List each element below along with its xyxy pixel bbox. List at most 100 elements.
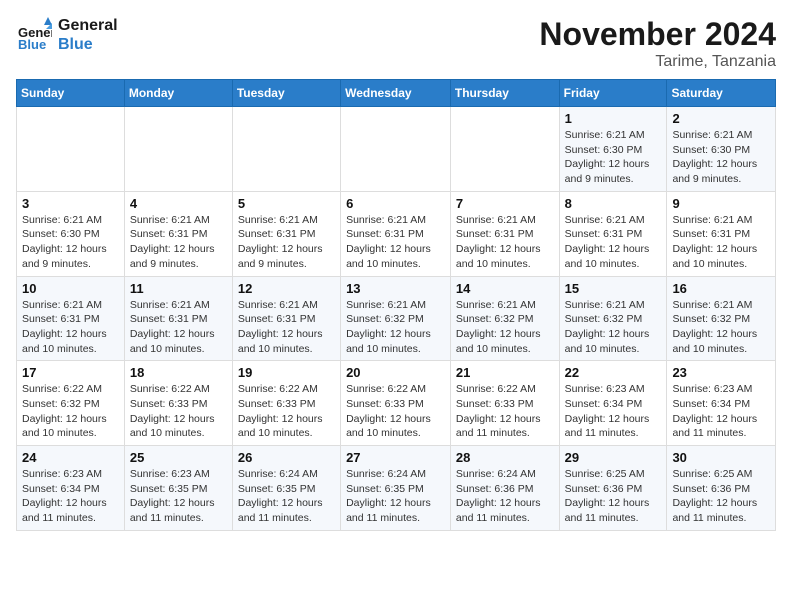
calendar-day: 18Sunrise: 6:22 AM Sunset: 6:33 PM Dayli… xyxy=(124,361,232,446)
day-detail: Sunrise: 6:21 AM Sunset: 6:31 PM Dayligh… xyxy=(130,213,227,272)
calendar-day: 11 Sunrise: 6:21 AM Sunset: 6:31 PM Dayli… xyxy=(124,276,232,361)
day-detail: Sunrise: 6:24 AM Sunset: 6:35 PM Dayligh… xyxy=(346,467,445,526)
calendar-day: 3Sunrise: 6:21 AM Sunset: 6:30 PM Daylig… xyxy=(17,191,125,276)
calendar-day: 28 Sunrise: 6:24 AM Sunset: 6:36 PM Dayli… xyxy=(450,446,559,531)
day-detail: Sunrise: 6:21 AM Sunset: 6:31 PM Dayligh… xyxy=(130,298,227,357)
day-detail: Sunrise: 6:25 AM Sunset: 6:36 PM Dayligh… xyxy=(672,467,770,526)
day-number: 3 xyxy=(22,196,119,211)
calendar-day: 9 Sunrise: 6:21 AM Sunset: 6:31 PM Daylig… xyxy=(667,191,776,276)
day-detail: Sunrise: 6:22 AM Sunset: 6:32 PM Dayligh… xyxy=(22,382,119,441)
day-detail: Sunrise: 6:24 AM Sunset: 6:35 PM Dayligh… xyxy=(238,467,335,526)
calendar-week-1: 1 Sunrise: 6:21 AM Sunset: 6:30 PM Daylig… xyxy=(17,107,776,192)
calendar-day: 5Sunrise: 6:21 AM Sunset: 6:31 PM Daylig… xyxy=(232,191,340,276)
day-detail: Sunrise: 6:21 AM Sunset: 6:30 PM Dayligh… xyxy=(672,128,770,187)
day-number: 17 xyxy=(22,365,119,380)
day-number: 18 xyxy=(130,365,227,380)
calendar-day: 2 Sunrise: 6:21 AM Sunset: 6:30 PM Daylig… xyxy=(667,107,776,192)
day-number: 24 xyxy=(22,450,119,465)
day-number: 21 xyxy=(456,365,554,380)
day-number: 20 xyxy=(346,365,445,380)
day-detail: Sunrise: 6:21 AM Sunset: 6:31 PM Dayligh… xyxy=(346,213,445,272)
day-detail: Sunrise: 6:21 AM Sunset: 6:31 PM Dayligh… xyxy=(672,213,770,272)
day-number: 15 xyxy=(565,281,662,296)
calendar-day: 27 Sunrise: 6:24 AM Sunset: 6:35 PM Dayli… xyxy=(341,446,451,531)
header-wednesday: Wednesday xyxy=(341,80,451,107)
day-detail: Sunrise: 6:21 AM Sunset: 6:31 PM Dayligh… xyxy=(238,298,335,357)
calendar-day: 23Sunrise: 6:23 AM Sunset: 6:34 PM Dayli… xyxy=(667,361,776,446)
day-number: 16 xyxy=(672,281,770,296)
calendar-day xyxy=(124,107,232,192)
calendar-day xyxy=(341,107,451,192)
location: Tarime, Tanzania xyxy=(539,53,776,71)
day-detail: Sunrise: 6:21 AM Sunset: 6:32 PM Dayligh… xyxy=(565,298,662,357)
calendar-day: 21 Sunrise: 6:22 AM Sunset: 6:33 PM Dayli… xyxy=(450,361,559,446)
day-detail: Sunrise: 6:21 AM Sunset: 6:32 PM Dayligh… xyxy=(456,298,554,357)
header-monday: Monday xyxy=(124,80,232,107)
day-number: 23 xyxy=(672,365,770,380)
day-number: 5 xyxy=(238,196,335,211)
day-detail: Sunrise: 6:22 AM Sunset: 6:33 PM Dayligh… xyxy=(456,382,554,441)
page-header: General Blue General Blue November 2024 … xyxy=(16,16,776,71)
header-friday: Friday xyxy=(559,80,667,107)
calendar-day: 14 Sunrise: 6:21 AM Sunset: 6:32 PM Dayli… xyxy=(450,276,559,361)
day-number: 8 xyxy=(565,196,662,211)
day-number: 26 xyxy=(238,450,335,465)
logo-blue: Blue xyxy=(58,35,118,54)
calendar-week-3: 10 Sunrise: 6:21 AM Sunset: 6:31 PM Dayli… xyxy=(17,276,776,361)
calendar-day: 1 Sunrise: 6:21 AM Sunset: 6:30 PM Daylig… xyxy=(559,107,667,192)
day-detail: Sunrise: 6:21 AM Sunset: 6:32 PM Dayligh… xyxy=(672,298,770,357)
weekday-header-row: Sunday Monday Tuesday Wednesday Thursday… xyxy=(17,80,776,107)
calendar-day: 16 Sunrise: 6:21 AM Sunset: 6:32 PM Dayli… xyxy=(667,276,776,361)
header-tuesday: Tuesday xyxy=(232,80,340,107)
day-number: 9 xyxy=(672,196,770,211)
day-detail: Sunrise: 6:23 AM Sunset: 6:34 PM Dayligh… xyxy=(565,382,662,441)
calendar-day: 30 Sunrise: 6:25 AM Sunset: 6:36 PM Dayli… xyxy=(667,446,776,531)
calendar-day: 24 Sunrise: 6:23 AM Sunset: 6:34 PM Dayli… xyxy=(17,446,125,531)
day-number: 30 xyxy=(672,450,770,465)
day-number: 2 xyxy=(672,111,770,126)
calendar-day: 25 Sunrise: 6:23 AM Sunset: 6:35 PM Dayli… xyxy=(124,446,232,531)
day-detail: Sunrise: 6:23 AM Sunset: 6:35 PM Dayligh… xyxy=(130,467,227,526)
calendar-day: 4 Sunrise: 6:21 AM Sunset: 6:31 PM Daylig… xyxy=(124,191,232,276)
day-number: 13 xyxy=(346,281,445,296)
calendar-day: 13 Sunrise: 6:21 AM Sunset: 6:32 PM Dayli… xyxy=(341,276,451,361)
day-number: 27 xyxy=(346,450,445,465)
day-detail: Sunrise: 6:24 AM Sunset: 6:36 PM Dayligh… xyxy=(456,467,554,526)
logo-general: General xyxy=(58,16,118,35)
calendar-day xyxy=(450,107,559,192)
day-number: 11 xyxy=(130,281,227,296)
day-number: 6 xyxy=(346,196,445,211)
calendar-day: 17 Sunrise: 6:22 AM Sunset: 6:32 PM Dayli… xyxy=(17,361,125,446)
day-detail: Sunrise: 6:21 AM Sunset: 6:31 PM Dayligh… xyxy=(22,298,119,357)
logo-icon: General Blue xyxy=(16,17,52,53)
day-number: 10 xyxy=(22,281,119,296)
day-number: 22 xyxy=(565,365,662,380)
day-detail: Sunrise: 6:21 AM Sunset: 6:31 PM Dayligh… xyxy=(456,213,554,272)
day-detail: Sunrise: 6:21 AM Sunset: 6:30 PM Dayligh… xyxy=(565,128,662,187)
day-number: 25 xyxy=(130,450,227,465)
calendar-day: 12 Sunrise: 6:21 AM Sunset: 6:31 PM Dayli… xyxy=(232,276,340,361)
day-detail: Sunrise: 6:21 AM Sunset: 6:32 PM Dayligh… xyxy=(346,298,445,357)
day-detail: Sunrise: 6:25 AM Sunset: 6:36 PM Dayligh… xyxy=(565,467,662,526)
day-detail: Sunrise: 6:21 AM Sunset: 6:31 PM Dayligh… xyxy=(565,213,662,272)
day-number: 29 xyxy=(565,450,662,465)
header-sunday: Sunday xyxy=(17,80,125,107)
day-number: 28 xyxy=(456,450,554,465)
title-block: November 2024 Tarime, Tanzania xyxy=(539,16,776,71)
calendar-day xyxy=(232,107,340,192)
calendar-day: 15 Sunrise: 6:21 AM Sunset: 6:32 PM Dayli… xyxy=(559,276,667,361)
day-number: 1 xyxy=(565,111,662,126)
svg-text:Blue: Blue xyxy=(18,37,46,52)
logo: General Blue General Blue xyxy=(16,16,118,54)
day-number: 12 xyxy=(238,281,335,296)
calendar-day: 7 Sunrise: 6:21 AM Sunset: 6:31 PM Daylig… xyxy=(450,191,559,276)
calendar-day xyxy=(17,107,125,192)
day-detail: Sunrise: 6:22 AM Sunset: 6:33 PM Dayligh… xyxy=(238,382,335,441)
day-detail: Sunrise: 6:23 AM Sunset: 6:34 PM Dayligh… xyxy=(22,467,119,526)
day-number: 14 xyxy=(456,281,554,296)
calendar-day: 22 Sunrise: 6:23 AM Sunset: 6:34 PM Dayli… xyxy=(559,361,667,446)
day-number: 7 xyxy=(456,196,554,211)
calendar-day: 26 Sunrise: 6:24 AM Sunset: 6:35 PM Dayli… xyxy=(232,446,340,531)
day-number: 4 xyxy=(130,196,227,211)
month-title: November 2024 xyxy=(539,16,776,53)
